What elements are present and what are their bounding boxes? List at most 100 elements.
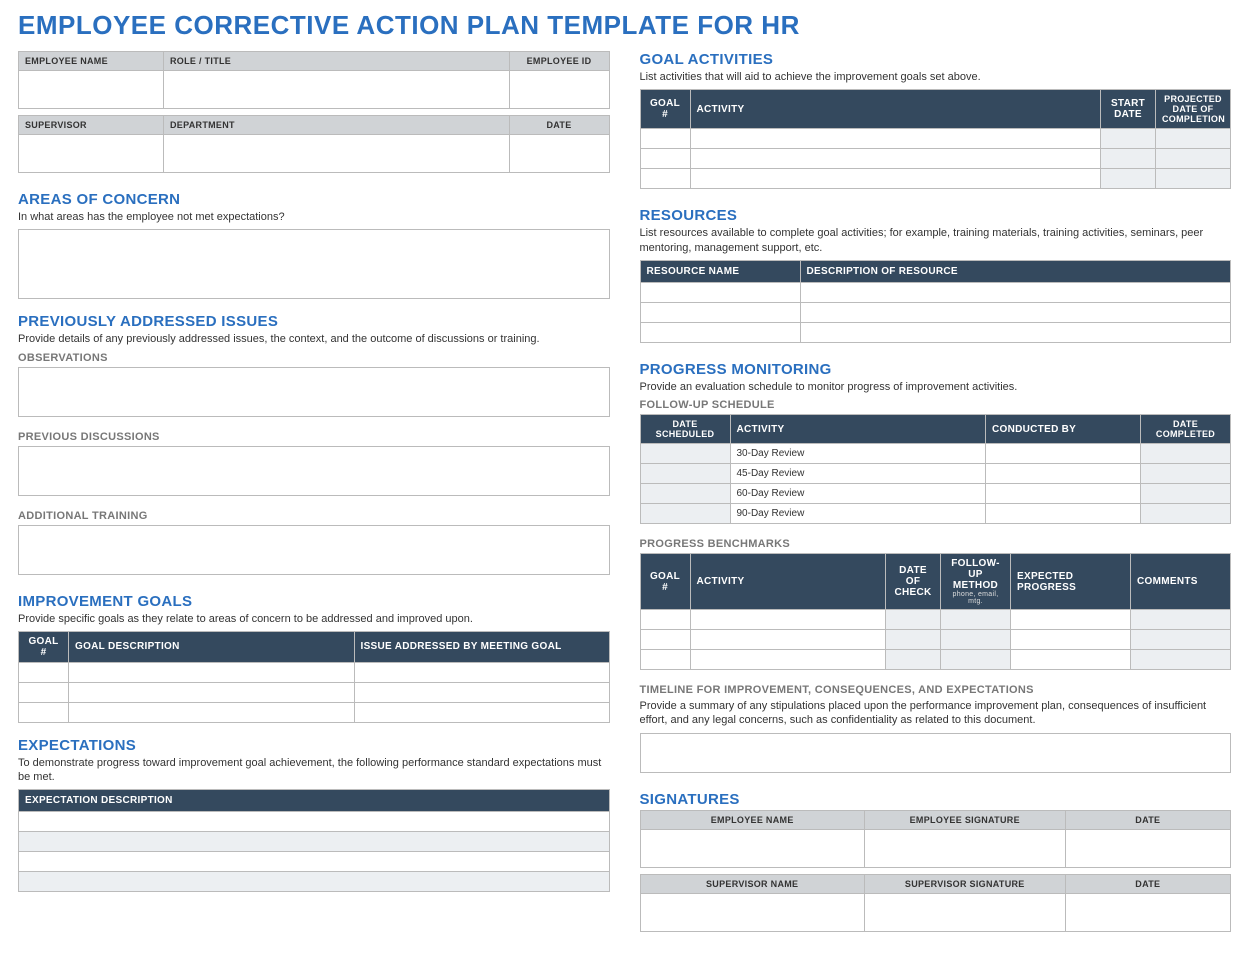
timeline-textbox[interactable] — [640, 733, 1232, 773]
cell-emp-date[interactable] — [1065, 829, 1230, 867]
timeline-label: TIMELINE FOR IMPROVEMENT, CONSEQUENCES, … — [640, 684, 1232, 696]
table-row — [640, 282, 1231, 302]
areas-title: AREAS OF CONCERN — [18, 191, 610, 208]
goals-table: GOAL # GOAL DESCRIPTION ISSUE ADDRESSED … — [18, 631, 610, 723]
table-row — [640, 630, 1231, 650]
left-column: EMPLOYEE NAME ROLE / TITLE EMPLOYEE ID S… — [18, 51, 610, 946]
monitor-desc: Provide an evaluation schedule to monito… — [640, 380, 1232, 394]
th-department: DEPARTMENT — [164, 116, 510, 135]
th-b-comments: COMMENTS — [1131, 554, 1231, 610]
followup-table: DATE SCHEDULED ACTIVITY CONDUCTED BY DAT… — [640, 414, 1232, 524]
th-sched-activity: ACTIVITY — [730, 415, 986, 444]
th-res-desc: DESCRIPTION OF RESOURCE — [800, 260, 1231, 282]
cell-sup-date[interactable] — [1065, 893, 1230, 931]
obs-label: OBSERVATIONS — [18, 352, 610, 364]
areas-textbox[interactable] — [18, 229, 610, 299]
th-b-method: FOLLOW-UP METHODphone, email, mtg. — [941, 554, 1011, 610]
table-row: 90-Day Review — [640, 504, 1231, 524]
table-row — [19, 662, 610, 682]
th-sup-name: SUPERVISOR NAME — [640, 874, 864, 893]
cell-review: 45-Day Review — [730, 464, 986, 484]
th-issue: ISSUE ADDRESSED BY MEETING GOAL — [354, 631, 609, 662]
th-sup-sig: SUPERVISOR SIGNATURE — [864, 874, 1065, 893]
cell-date[interactable] — [509, 135, 609, 173]
th-sup-date: DATE — [1065, 874, 1230, 893]
th-employee-name: EMPLOYEE NAME — [19, 52, 164, 71]
table-row — [640, 169, 1231, 189]
th-emp-sig: EMPLOYEE SIGNATURE — [864, 810, 1065, 829]
resources-table: RESOURCE NAME DESCRIPTION OF RESOURCE — [640, 260, 1232, 343]
table-row — [19, 852, 610, 872]
th-sched-date: DATE SCHEDULED — [640, 415, 730, 444]
table-row: 45-Day Review — [640, 464, 1231, 484]
th-sched-conducted: CONDUCTED BY — [986, 415, 1141, 444]
expect-title: EXPECTATIONS — [18, 737, 610, 754]
th-role-title: ROLE / TITLE — [164, 52, 510, 71]
supervisor-info-table: SUPERVISOR DEPARTMENT DATE — [18, 115, 610, 173]
cell-department[interactable] — [164, 135, 510, 173]
th-b-activity: ACTIVITY — [690, 554, 886, 610]
th-act-goal: GOAL # — [640, 90, 690, 129]
benchmark-table: GOAL # ACTIVITY DATE OF CHECK FOLLOW-UP … — [640, 553, 1232, 670]
table-row: 30-Day Review — [640, 444, 1231, 464]
table-row — [640, 610, 1231, 630]
table-row — [640, 322, 1231, 342]
employee-sig-table: EMPLOYEE NAME EMPLOYEE SIGNATURE DATE — [640, 810, 1232, 868]
disc-textbox[interactable] — [18, 446, 610, 496]
areas-desc: In what areas has the employee not met e… — [18, 210, 610, 224]
th-date: DATE — [509, 116, 609, 135]
timeline-desc: Provide a summary of any stipulations pl… — [640, 699, 1232, 728]
th-employee-id: EMPLOYEE ID — [509, 52, 609, 71]
cell-emp-name[interactable] — [640, 829, 864, 867]
table-row — [19, 832, 610, 852]
th-b-datecheck: DATE OF CHECK — [886, 554, 941, 610]
cell-role-title[interactable] — [164, 71, 510, 109]
supervisor-sig-table: SUPERVISOR NAME SUPERVISOR SIGNATURE DAT… — [640, 874, 1232, 932]
monitor-title: PROGRESS MONITORING — [640, 361, 1232, 378]
th-b-expected: EXPECTED PROGRESS — [1011, 554, 1131, 610]
th-supervisor: SUPERVISOR — [19, 116, 164, 135]
employee-info-table: EMPLOYEE NAME ROLE / TITLE EMPLOYEE ID — [18, 51, 610, 109]
cell-review: 90-Day Review — [730, 504, 986, 524]
activities-table: GOAL # ACTIVITY START DATE PROJECTED DAT… — [640, 89, 1232, 189]
activities-title: GOAL ACTIVITIES — [640, 51, 1232, 68]
expect-table: EXPECTATION DESCRIPTION — [18, 789, 610, 892]
prev-desc: Provide details of any previously addres… — [18, 332, 610, 346]
cell-supervisor[interactable] — [19, 135, 164, 173]
expect-desc: To demonstrate progress toward improveme… — [18, 756, 610, 785]
cell-emp-sig[interactable] — [864, 829, 1065, 867]
table-row: 60-Day Review — [640, 484, 1231, 504]
cell-sup-name[interactable] — [640, 893, 864, 931]
activities-desc: List activities that will aid to achieve… — [640, 70, 1232, 84]
goals-desc: Provide specific goals as they relate to… — [18, 612, 610, 626]
benchmark-label: PROGRESS BENCHMARKS — [640, 538, 1232, 550]
disc-label: PREVIOUS DISCUSSIONS — [18, 431, 610, 443]
table-row — [19, 682, 610, 702]
cell-review: 30-Day Review — [730, 444, 986, 464]
train-textbox[interactable] — [18, 525, 610, 575]
th-sched-completed: DATE COMPLETED — [1141, 415, 1231, 444]
th-act-start: START DATE — [1101, 90, 1156, 129]
th-emp-date: DATE — [1065, 810, 1230, 829]
resources-title: RESOURCES — [640, 207, 1232, 224]
th-act-activity: ACTIVITY — [690, 90, 1101, 129]
right-column: GOAL ACTIVITIES List activities that wil… — [640, 51, 1232, 946]
th-res-name: RESOURCE NAME — [640, 260, 800, 282]
cell-employee-name[interactable] — [19, 71, 164, 109]
th-act-proj: PROJECTED DATE OF COMPLETION — [1156, 90, 1231, 129]
cell-employee-id[interactable] — [509, 71, 609, 109]
table-row — [640, 302, 1231, 322]
table-row — [19, 812, 610, 832]
table-row — [19, 702, 610, 722]
prev-title: PREVIOUSLY ADDRESSED ISSUES — [18, 313, 610, 330]
obs-textbox[interactable] — [18, 367, 610, 417]
train-label: ADDITIONAL TRAINING — [18, 510, 610, 522]
table-row — [640, 129, 1231, 149]
cell-sup-sig[interactable] — [864, 893, 1065, 931]
sigs-title: SIGNATURES — [640, 791, 1232, 808]
th-goal-num: GOAL # — [19, 631, 69, 662]
th-b-goal: GOAL # — [640, 554, 690, 610]
th-goal-desc: GOAL DESCRIPTION — [69, 631, 355, 662]
resources-desc: List resources available to complete goa… — [640, 226, 1232, 255]
table-row — [19, 872, 610, 892]
